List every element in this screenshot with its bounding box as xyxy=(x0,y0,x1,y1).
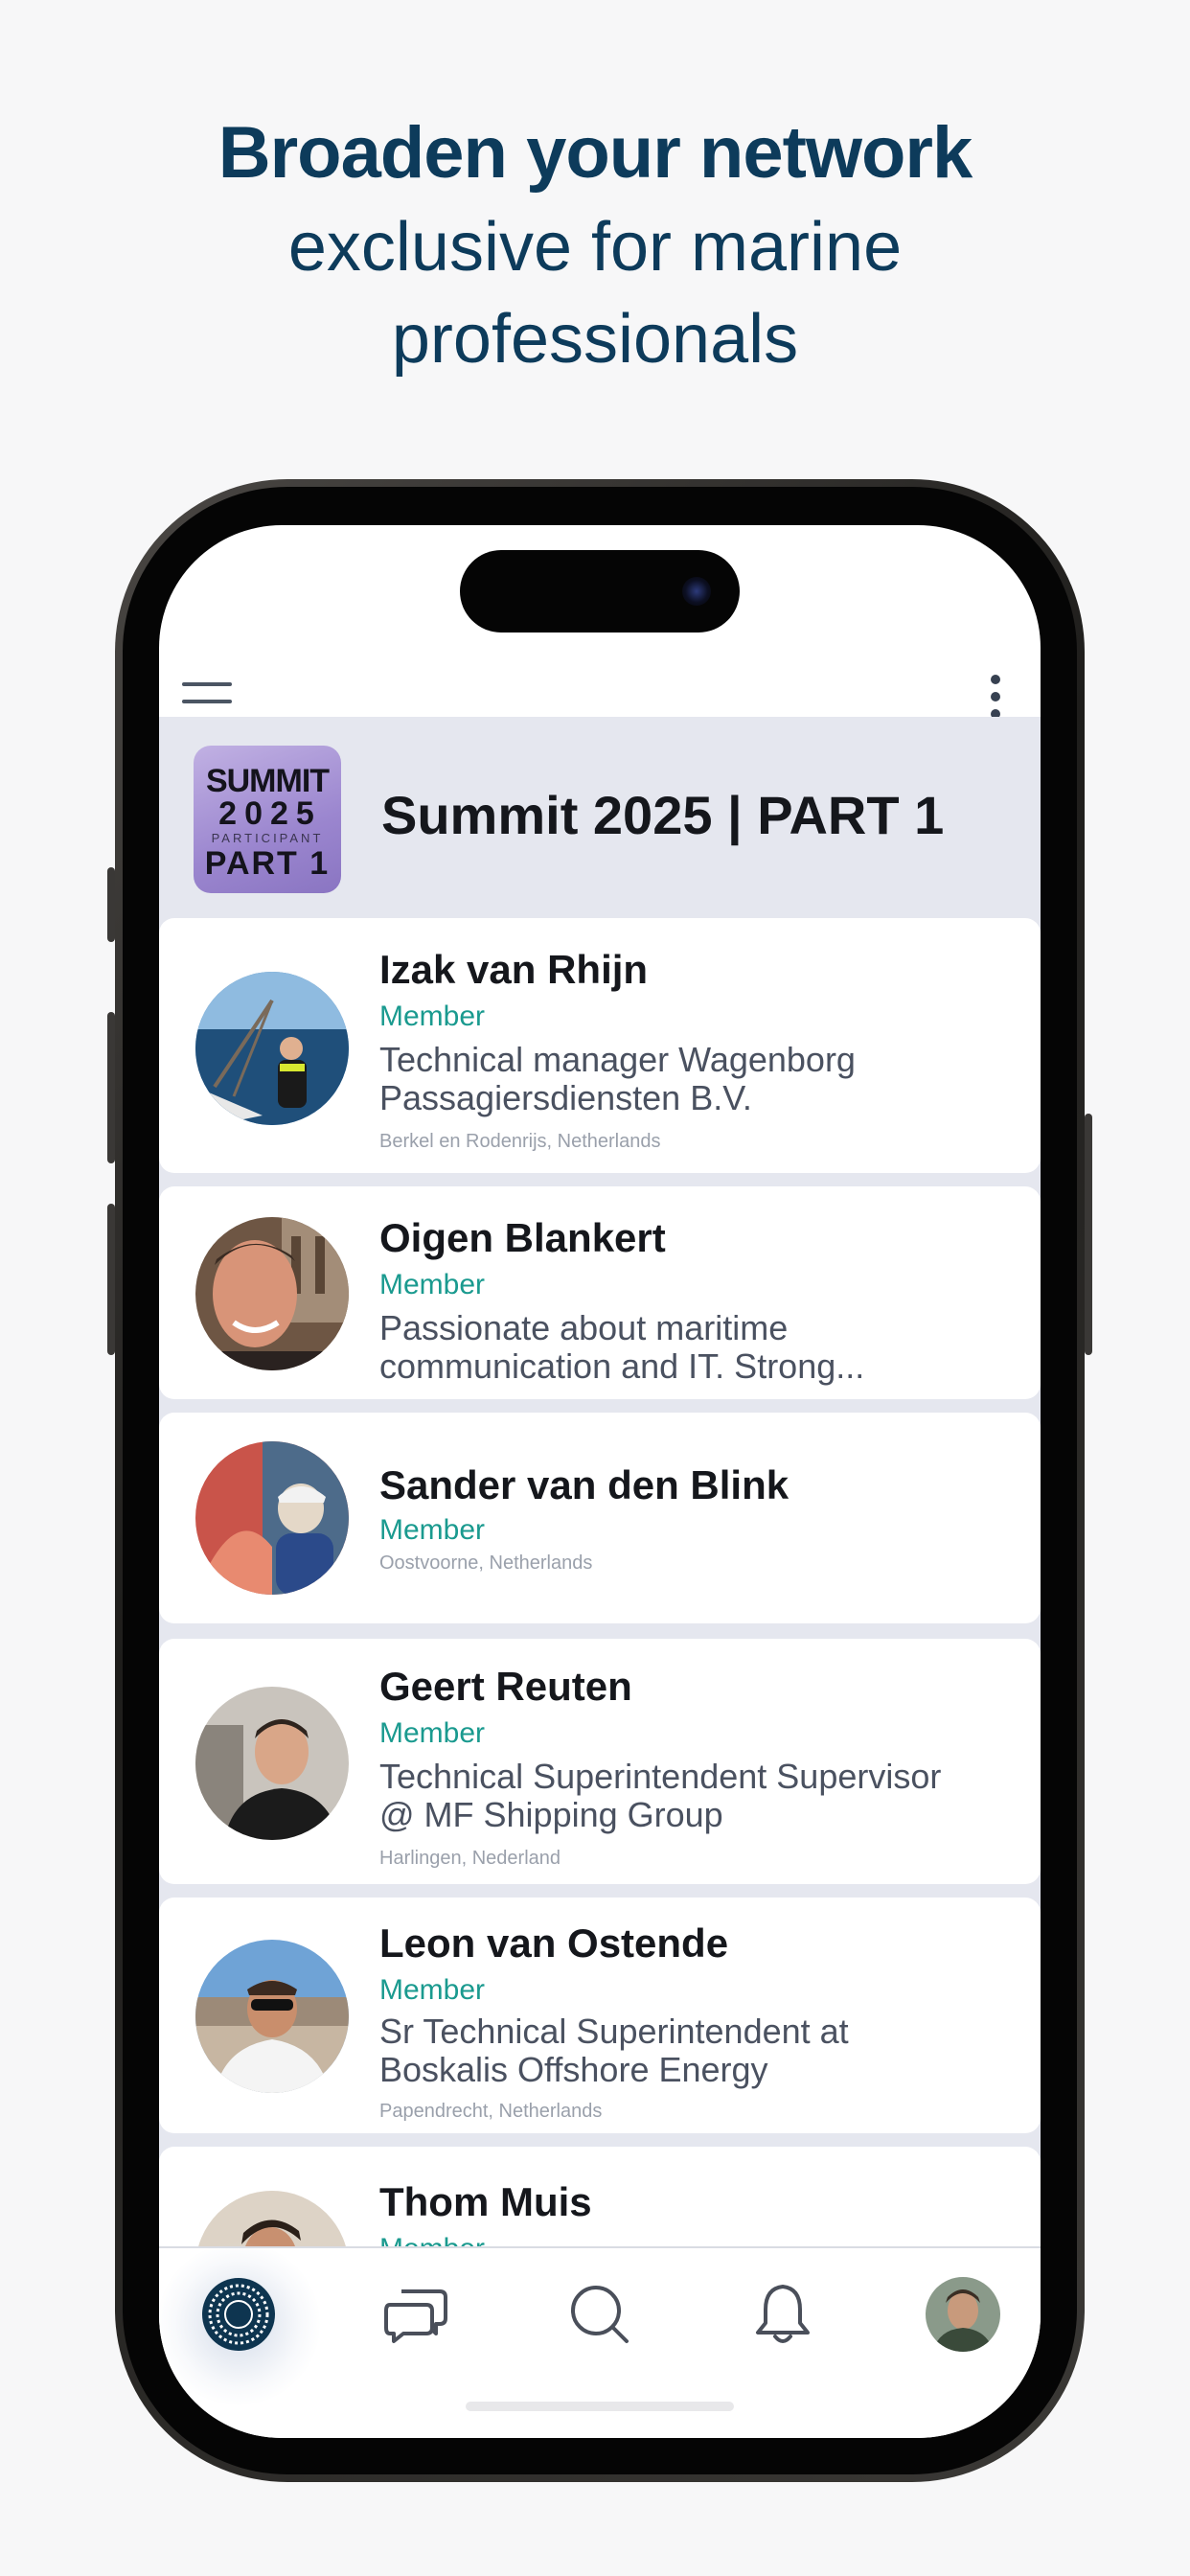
member-role: Member xyxy=(379,1974,486,2006)
member-list[interactable]: SUMMIT 2025 PARTICIPANT PART 1 Summit 20… xyxy=(159,717,1041,2246)
member-bio-line-2: Passagiersdiensten B.V. xyxy=(379,1078,752,1117)
tab-profile[interactable] xyxy=(910,2262,1016,2367)
front-camera xyxy=(682,577,711,606)
member-location: Harlingen, Nederland xyxy=(379,1848,561,1869)
member-card[interactable]: Thom Muis Member xyxy=(159,2147,1041,2246)
promo-title: Broaden your network xyxy=(217,112,973,194)
member-bio-line-1: Technical manager Wagenborg xyxy=(379,1040,856,1079)
member-name: Leon van Ostende xyxy=(379,1920,729,1966)
group-logo: SUMMIT 2025 PARTICIPANT PART 1 xyxy=(194,746,341,893)
member-location: Papendrecht, Netherlands xyxy=(379,2101,603,2122)
member-bio-line-1: Passionate about maritime xyxy=(379,1308,789,1347)
tab-home[interactable] xyxy=(159,2242,320,2405)
member-card[interactable]: Leon van Ostende Member Sr Technical Sup… xyxy=(159,1898,1041,2133)
member-bio-line-1: Sr Technical Superintendent at xyxy=(379,2012,849,2051)
member-card[interactable]: Geert Reuten Member Technical Superinten… xyxy=(159,1639,1041,1884)
member-avatar xyxy=(195,2191,349,2246)
promo-subtitle-line-1: exclusive for marine xyxy=(287,209,903,286)
member-role: Member xyxy=(379,1514,486,1546)
member-name: Sander van den Blink xyxy=(379,1462,790,1507)
group-logo-text-1: SUMMIT xyxy=(205,763,330,799)
member-role: Member xyxy=(379,1000,486,1032)
phone-volume-down xyxy=(107,1204,115,1355)
member-role: Member xyxy=(379,1717,486,1749)
member-bio-line-2: Boskalis Offshore Energy xyxy=(379,2050,768,2089)
phone-power-button xyxy=(1085,1114,1092,1355)
group-header: SUMMIT 2025 PARTICIPANT PART 1 Summit 20… xyxy=(159,717,1041,916)
home-indicator xyxy=(466,2402,734,2411)
tab-notifications[interactable] xyxy=(730,2262,835,2367)
member-role: Member xyxy=(379,1269,486,1300)
group-logo-text-4: PART 1 xyxy=(204,845,331,882)
member-bio-line-2: @ MF Shipping Group xyxy=(379,1795,723,1834)
menu-icon[interactable] xyxy=(182,682,232,721)
phone-silent-switch xyxy=(107,867,115,942)
member-name: Thom Muis xyxy=(379,2179,592,2224)
tab-search[interactable] xyxy=(547,2262,652,2367)
member-bio-line-1: Technical Superintendent Supervisor xyxy=(379,1757,942,1796)
dynamic-island xyxy=(460,550,740,632)
member-bio-line-2: communication and IT. Strong... xyxy=(379,1346,865,1386)
member-name: Izak van Rhijn xyxy=(379,947,649,992)
chat-icon xyxy=(384,2289,447,2343)
member-name: Geert Reuten xyxy=(379,1664,632,1709)
member-avatar xyxy=(195,1687,349,1840)
member-avatar xyxy=(195,1441,349,1595)
phone-volume-up xyxy=(107,1012,115,1163)
member-location: Oostvoorne, Netherlands xyxy=(379,1552,593,1574)
member-role: Member xyxy=(379,2233,485,2246)
member-avatar xyxy=(195,1940,349,2093)
phone-screen: SUMMIT 2025 PARTICIPANT PART 1 Summit 20… xyxy=(159,525,1041,2438)
member-avatar xyxy=(195,972,349,1125)
search-icon xyxy=(571,2286,629,2343)
promo-headline: Broaden your network exclusive for marin… xyxy=(0,105,1190,385)
member-card[interactable]: Oigen Blankert Member Passionate about m… xyxy=(159,1186,1041,1399)
member-card[interactable]: Izak van Rhijn Member Technical manager … xyxy=(159,918,1041,1173)
more-options-icon[interactable] xyxy=(991,675,1002,723)
member-location: Berkel en Rodenrijs, Netherlands xyxy=(379,1131,661,1152)
group-logo-text-2: 2025 xyxy=(218,795,322,832)
member-card[interactable]: Sander van den Blink Member Oostvoorne, … xyxy=(159,1413,1041,1623)
member-avatar xyxy=(195,1217,349,1370)
bell-icon xyxy=(756,2285,810,2343)
profile-avatar xyxy=(926,2277,1000,2352)
tab-messages[interactable] xyxy=(364,2262,469,2367)
group-title: Summit 2025 | PART 1 xyxy=(381,785,945,845)
home-icon xyxy=(202,2278,275,2351)
member-name: Oigen Blankert xyxy=(379,1215,666,1260)
promo-subtitle-line-2: professionals xyxy=(391,301,799,378)
